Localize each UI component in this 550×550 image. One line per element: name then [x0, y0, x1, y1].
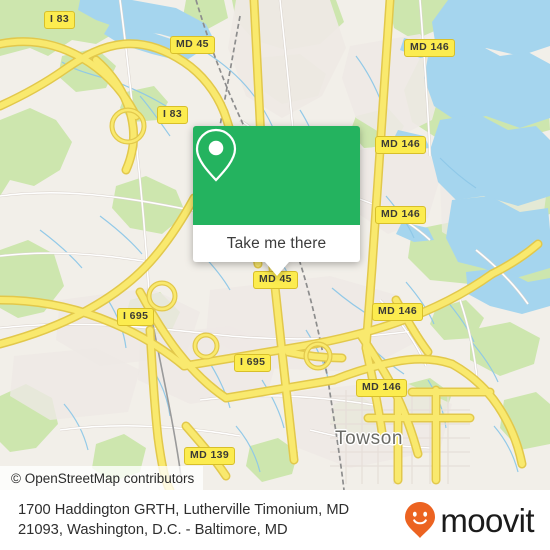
road-shield-md139[interactable]: MD 139	[184, 447, 236, 465]
road-shield-md146-se[interactable]: MD 146	[356, 379, 408, 397]
moovit-smiley-pin-icon	[405, 502, 436, 538]
road-shield-i83-mid[interactable]: I 83	[157, 106, 189, 124]
moovit-brand[interactable]: moovit	[404, 501, 535, 539]
take-me-there-callout[interactable]: Take me there	[193, 126, 360, 276]
moovit-map-screenshot: Towson I 83 MD 45 MD 146 I 83 MD 146 MD …	[0, 0, 550, 550]
callout-action-label: Take me there	[226, 234, 327, 252]
road-shield-md45-n[interactable]: MD 45	[170, 36, 215, 54]
osm-attribution-text: © OpenStreetMap contributors	[11, 470, 195, 486]
callout-pointer	[264, 262, 289, 276]
road-shield-i695-w[interactable]: I 695	[117, 308, 155, 326]
callout-action[interactable]: Take me there	[193, 225, 360, 262]
road-shield-md146-mid[interactable]: MD 146	[375, 136, 427, 154]
road-shield-i83-nw[interactable]: I 83	[44, 11, 76, 29]
road-shield-i695-c[interactable]: I 695	[234, 354, 272, 372]
address-line-1: 1700 Haddington GRTH, Lutherville Timoni…	[18, 502, 350, 518]
osm-attribution[interactable]: © OpenStreetMap contributors	[0, 466, 204, 490]
road-shield-md146-n[interactable]: MD 146	[404, 39, 456, 57]
road-shield-md146-s[interactable]: MD 146	[372, 303, 424, 321]
map-canvas[interactable]: Towson I 83 MD 45 MD 146 I 83 MD 146 MD …	[0, 0, 550, 490]
callout-icon-panel	[193, 126, 360, 225]
bottom-info-bar: 1700 Haddington GRTH, Lutherville Timoni…	[0, 490, 550, 550]
place-label-towson: Towson	[335, 428, 404, 449]
moovit-wordmark: moovit	[440, 501, 534, 539]
map-pin-icon	[195, 128, 237, 182]
road-shield-md146-mid2[interactable]: MD 146	[375, 206, 427, 224]
address-line-2: 21093, Washington, D.C. - Baltimore, MD	[18, 522, 288, 538]
address-block: 1700 Haddington GRTH, Lutherville Timoni…	[18, 500, 349, 540]
